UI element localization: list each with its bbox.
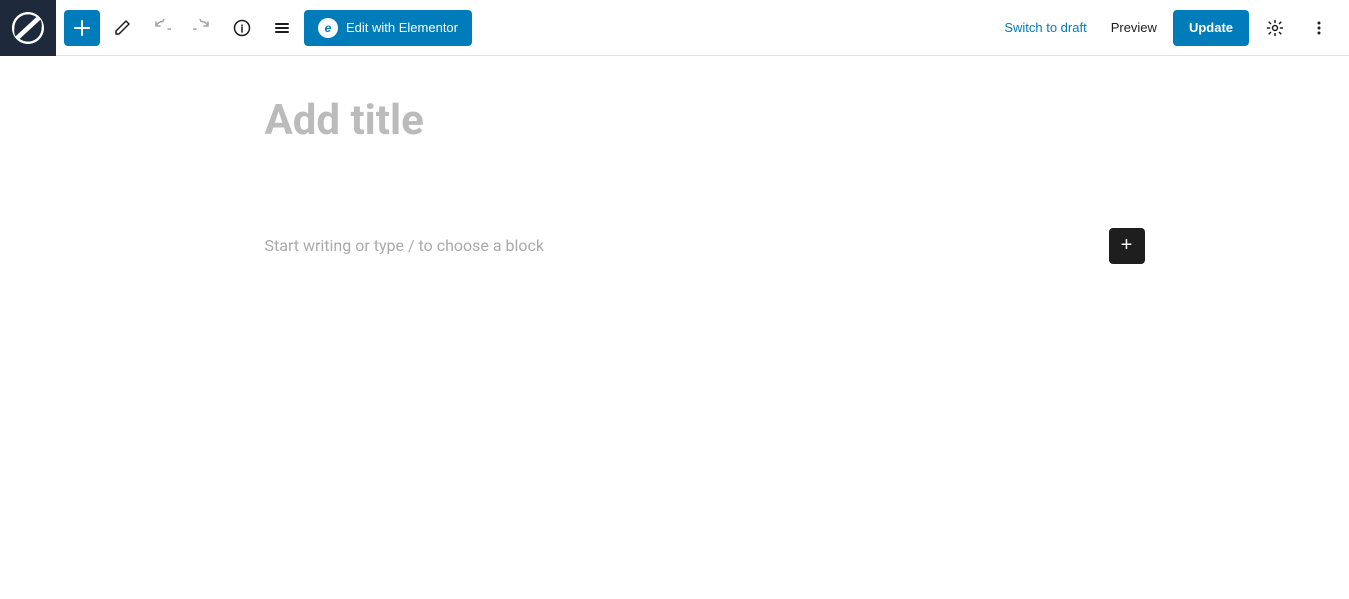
list-view-button[interactable] (264, 10, 300, 46)
title-placeholder: Add title (265, 96, 424, 145)
plus-icon (73, 19, 91, 37)
preview-button[interactable]: Preview (1103, 16, 1165, 39)
switch-to-draft-button[interactable]: Switch to draft (996, 16, 1094, 39)
settings-button[interactable] (1257, 10, 1293, 46)
more-options-button[interactable] (1301, 10, 1337, 46)
update-label: Update (1189, 20, 1233, 35)
editor-main: Add title | Start writing or type / to c… (0, 56, 1349, 599)
toolbar-right: Switch to draft Preview Update (996, 10, 1337, 46)
edit-with-elementor-button[interactable]: e Edit with Elementor (304, 10, 472, 46)
wordpress-icon (12, 12, 44, 44)
redo-button[interactable] (184, 10, 220, 46)
preview-label: Preview (1111, 20, 1157, 35)
toolbar: e Edit with Elementor Switch to draft Pr… (0, 0, 1349, 56)
update-button[interactable]: Update (1173, 10, 1249, 46)
add-block-button[interactable]: + (1109, 228, 1145, 264)
info-icon (233, 19, 251, 37)
pencil-icon (113, 19, 131, 37)
add-block-plus-label: + (1121, 234, 1133, 257)
redo-icon (193, 19, 211, 37)
undo-button[interactable] (144, 10, 180, 46)
info-button[interactable] (224, 10, 260, 46)
editor-area: Add title | Start writing or type / to c… (265, 96, 1085, 559)
post-title-input[interactable]: Add title (265, 96, 1085, 146)
wp-logo[interactable] (0, 0, 56, 56)
block-placeholder-area: Start writing or type / to choose a bloc… (265, 236, 1085, 255)
list-view-icon (273, 19, 291, 37)
cursor-area: | (265, 166, 1085, 176)
more-options-icon (1310, 19, 1328, 37)
toolbar-left: e Edit with Elementor (64, 10, 996, 46)
undo-icon (153, 19, 171, 37)
add-block-toolbar-button[interactable] (64, 10, 100, 46)
edit-tool-button[interactable] (104, 10, 140, 46)
switch-to-draft-label: Switch to draft (1004, 20, 1086, 35)
block-placeholder-text: Start writing or type / to choose a bloc… (265, 236, 1085, 255)
edit-with-elementor-label: Edit with Elementor (346, 20, 458, 35)
elementor-e-icon: e (325, 22, 332, 34)
gear-icon (1266, 19, 1284, 37)
elementor-icon-circle: e (318, 18, 338, 38)
